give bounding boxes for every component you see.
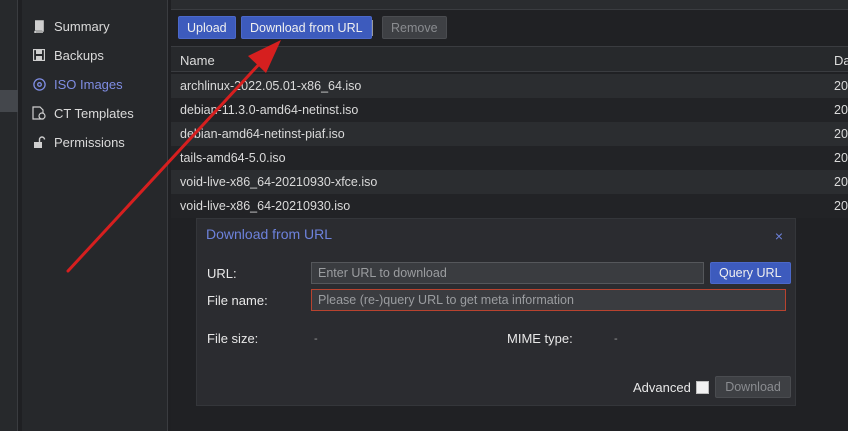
- url-input[interactable]: Enter URL to download: [311, 262, 704, 284]
- nav-item-label: CT Templates: [54, 105, 134, 121]
- table-row[interactable]: void-live-x86_64-20210930-xfce.iso 20: [171, 170, 848, 194]
- nav-item-backups[interactable]: Backups: [22, 41, 168, 69]
- table-row[interactable]: void-live-x86_64-20210930.iso 20: [171, 194, 848, 218]
- row-date: 20: [834, 79, 848, 93]
- row-name: debian-amd64-netinst-piaf.iso: [180, 127, 345, 141]
- toolbar-separator: [372, 20, 373, 36]
- advanced-checkbox[interactable]: [696, 381, 709, 394]
- file-size-value: -: [314, 333, 318, 345]
- row-date: 20: [834, 151, 848, 165]
- download-from-url-dialog: Download from URL × URL: Enter URL to do…: [196, 218, 796, 406]
- table-row[interactable]: debian-11.3.0-amd64-netinst.iso 20: [171, 98, 848, 122]
- mime-type-label: MIME type:: [507, 331, 573, 346]
- row-name: tails-amd64-5.0.iso: [180, 151, 286, 165]
- resource-tree-selected[interactable]: [0, 90, 18, 112]
- nav-item-label: Backups: [54, 47, 104, 63]
- column-header-date[interactable]: Da: [834, 53, 848, 68]
- nav-item-label: Permissions: [54, 134, 125, 150]
- mime-type-value: -: [614, 333, 618, 345]
- nav-item-ct-templates[interactable]: CT Templates: [22, 99, 168, 127]
- file-name-label: File name:: [207, 293, 268, 308]
- toolbar: Upload Download from URL Remove: [171, 10, 848, 46]
- download-from-url-button[interactable]: Download from URL: [241, 16, 372, 39]
- row-date: 20: [834, 127, 848, 141]
- resource-tree-strip: [0, 0, 18, 431]
- row-name: debian-11.3.0-amd64-netinst.iso: [180, 103, 359, 117]
- remove-button[interactable]: Remove: [382, 16, 447, 39]
- app-root: Summary Backups ISO Images CT Templates …: [0, 0, 848, 431]
- query-url-button[interactable]: Query URL: [710, 262, 791, 284]
- table-row[interactable]: tails-amd64-5.0.iso 20: [171, 146, 848, 170]
- table-header: Name Da: [171, 46, 848, 72]
- nav-item-label: Summary: [54, 18, 110, 34]
- download-button[interactable]: Download: [715, 376, 791, 398]
- nav-item-label: ISO Images: [54, 76, 123, 92]
- table-row[interactable]: archlinux-2022.05.01-x86_64.iso 20: [171, 74, 848, 98]
- dialog-title: Download from URL: [206, 226, 333, 242]
- column-header-name[interactable]: Name: [180, 53, 215, 68]
- close-icon[interactable]: ×: [775, 228, 783, 244]
- url-label: URL:: [207, 266, 237, 281]
- book-icon: [32, 19, 46, 33]
- panel-header-edge: [171, 0, 848, 10]
- unlock-icon: [32, 135, 46, 149]
- template-icon: [32, 106, 46, 120]
- row-name: void-live-x86_64-20210930.iso: [180, 199, 351, 213]
- advanced-label: Advanced: [633, 380, 691, 395]
- disc-icon: [32, 77, 46, 91]
- row-name: archlinux-2022.05.01-x86_64.iso: [180, 79, 362, 93]
- nav-item-summary[interactable]: Summary: [22, 12, 168, 40]
- floppy-icon: [32, 48, 46, 62]
- file-size-label: File size:: [207, 331, 259, 346]
- upload-button[interactable]: Upload: [178, 16, 236, 39]
- row-name: void-live-x86_64-20210930-xfce.iso: [180, 175, 378, 189]
- nav-item-iso-images[interactable]: ISO Images: [22, 70, 168, 98]
- row-date: 20: [834, 199, 848, 213]
- file-name-input[interactable]: Please (re-)query URL to get meta inform…: [311, 289, 786, 311]
- row-date: 20: [834, 103, 848, 117]
- table-row[interactable]: debian-amd64-netinst-piaf.iso 20: [171, 122, 848, 146]
- nav-item-permissions[interactable]: Permissions: [22, 128, 168, 156]
- row-date: 20: [834, 175, 848, 189]
- storage-nav: Summary Backups ISO Images CT Templates …: [22, 0, 168, 431]
